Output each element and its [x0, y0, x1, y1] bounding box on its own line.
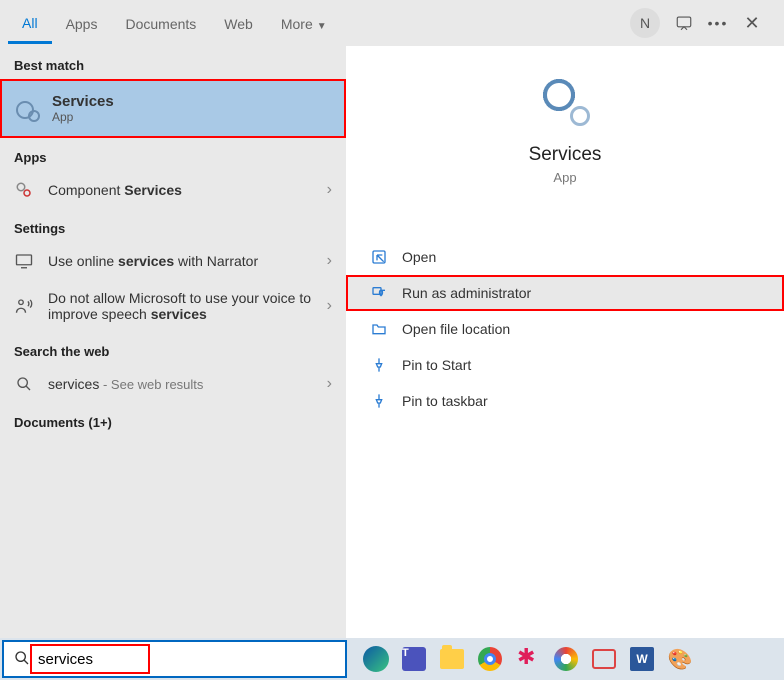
- chevron-right-icon: ›: [327, 252, 332, 270]
- result-label: Component Services: [48, 182, 313, 198]
- close-icon[interactable]: ✕: [742, 13, 762, 33]
- action-label: Pin to Start: [402, 357, 471, 373]
- user-avatar[interactable]: N: [630, 8, 660, 38]
- section-documents[interactable]: Documents (1+): [0, 403, 346, 436]
- chevron-right-icon: ›: [327, 297, 332, 315]
- section-apps: Apps: [0, 138, 346, 171]
- search-tabs: All Apps Documents Web More▼ N ••• ✕: [0, 0, 784, 46]
- setting-speech-services[interactable]: Do not allow Microsoft to use your voice…: [0, 280, 346, 332]
- action-open-file-location[interactable]: Open file location: [346, 311, 784, 347]
- tab-web[interactable]: Web: [210, 4, 267, 42]
- web-result-services[interactable]: services - See web results ›: [0, 365, 346, 403]
- tab-documents[interactable]: Documents: [111, 4, 210, 42]
- action-pin-to-start[interactable]: Pin to Start: [346, 347, 784, 383]
- search-input[interactable]: [38, 651, 335, 668]
- section-best-match: Best match: [0, 46, 346, 79]
- taskbar-chrome-icon[interactable]: [475, 644, 505, 674]
- taskbar-snip-icon[interactable]: [589, 644, 619, 674]
- tab-all[interactable]: All: [8, 3, 52, 44]
- section-settings: Settings: [0, 209, 346, 242]
- taskbar: T W 🎨: [0, 638, 784, 680]
- admin-shield-icon: [370, 284, 388, 302]
- feedback-icon[interactable]: [674, 13, 694, 33]
- tab-apps[interactable]: Apps: [52, 4, 112, 42]
- taskbar-teams-icon[interactable]: T: [399, 644, 429, 674]
- pin-icon: [370, 356, 388, 374]
- action-label: Pin to taskbar: [402, 393, 488, 409]
- results-panel: Best match Services App Apps Component S…: [0, 46, 346, 638]
- section-search-web: Search the web: [0, 332, 346, 365]
- best-match-item[interactable]: Services App: [0, 79, 346, 138]
- chevron-right-icon: ›: [327, 375, 332, 393]
- chevron-down-icon: ▼: [317, 21, 327, 32]
- preview-panel: Services App Open Run as administrator O…: [346, 46, 784, 638]
- search-icon: [14, 376, 34, 392]
- chevron-right-icon: ›: [327, 181, 332, 199]
- person-speaking-icon: [14, 297, 34, 315]
- best-match-subtitle: App: [52, 110, 114, 124]
- preview-subtitle: App: [553, 170, 576, 185]
- action-label: Open: [402, 249, 436, 265]
- taskbar-search[interactable]: [2, 640, 347, 678]
- folder-icon: [370, 320, 388, 338]
- result-label: Do not allow Microsoft to use your voice…: [48, 290, 313, 322]
- taskbar-paint-icon[interactable]: 🎨: [665, 644, 695, 674]
- monitor-icon: [14, 252, 34, 270]
- app-result-component-services[interactable]: Component Services ›: [0, 171, 346, 209]
- result-label: services - See web results: [48, 376, 313, 392]
- taskbar-word-icon[interactable]: W: [627, 644, 657, 674]
- action-run-as-administrator[interactable]: Run as administrator: [346, 275, 784, 311]
- services-hero-icon: [540, 76, 590, 126]
- taskbar-slack-icon[interactable]: [513, 644, 543, 674]
- action-pin-to-taskbar[interactable]: Pin to taskbar: [346, 383, 784, 419]
- tab-more[interactable]: More▼: [267, 4, 341, 42]
- services-icon: [16, 98, 38, 120]
- pin-icon: [370, 392, 388, 410]
- action-label: Run as administrator: [402, 285, 531, 301]
- taskbar-explorer-icon[interactable]: [437, 644, 467, 674]
- setting-narrator-services[interactable]: Use online services with Narrator ›: [0, 242, 346, 280]
- action-open[interactable]: Open: [346, 239, 784, 275]
- action-label: Open file location: [402, 321, 510, 337]
- result-label: Use online services with Narrator: [48, 253, 313, 269]
- taskbar-google-icon[interactable]: [551, 644, 581, 674]
- more-options-icon[interactable]: •••: [708, 13, 728, 33]
- search-icon: [14, 650, 30, 669]
- component-services-icon: [14, 181, 34, 199]
- best-match-title: Services: [52, 93, 114, 110]
- preview-title: Services: [529, 144, 602, 166]
- open-icon: [370, 248, 388, 266]
- taskbar-edge-icon[interactable]: [361, 644, 391, 674]
